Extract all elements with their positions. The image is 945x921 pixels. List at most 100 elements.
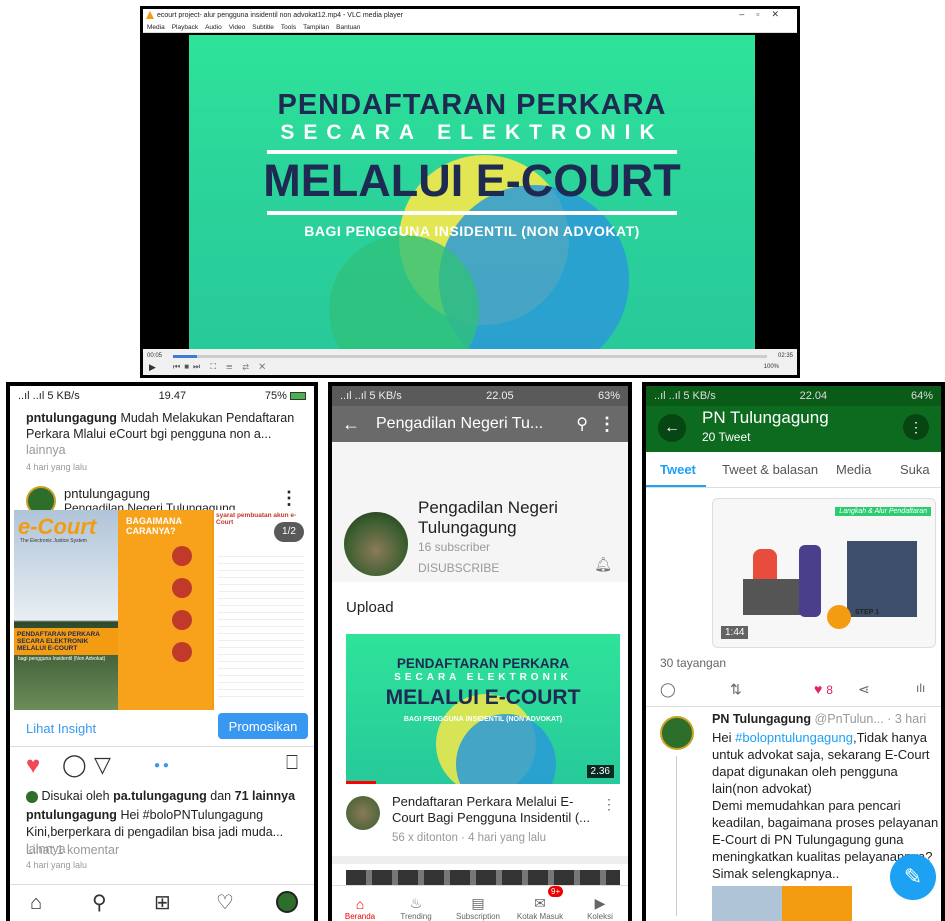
house-icon	[827, 605, 851, 629]
reply-icon[interactable]: ◯	[660, 681, 676, 698]
prev-post-caption: pntulungagung Mudah Melakukan Pendaftara…	[26, 411, 295, 457]
play-icon[interactable]: ▶	[149, 362, 156, 373]
seek-bar[interactable]	[173, 355, 767, 358]
post-username[interactable]: pntulungagung	[64, 486, 150, 501]
profile-name: PN Tulungagung	[702, 408, 829, 427]
thumb-line4: BAGI PENGGUNA INSIDENTIL (NON ADVOKAT)	[403, 716, 563, 723]
activity-heart-icon[interactable]: ♡	[216, 890, 234, 915]
tab-home[interactable]: ⌂ Beranda	[332, 896, 388, 921]
media-banner: Langkah & Alur Pendaftaran	[835, 507, 931, 516]
tab-trending[interactable]: ♨ Trending	[388, 895, 444, 921]
view-count: 30 tayangan	[660, 656, 727, 670]
home-icon[interactable]: ⌂	[30, 892, 42, 915]
ecourt-logo: e-Court	[18, 514, 97, 539]
tweet-avatar[interactable]	[660, 716, 694, 750]
image-left-sub: bagi pengguna Insidentil (Non Advokat)	[18, 656, 106, 662]
analytics-icon[interactable]: ılı	[916, 681, 925, 695]
tab-inbox[interactable]: ✉ Kotak Masuk	[512, 895, 568, 921]
menu-audio[interactable]: Audio	[205, 24, 222, 31]
video-thumbnail[interactable]: PENDAFTARAN PERKARA SECARA ELEKTRONIK ME…	[346, 634, 620, 784]
tab-tweets[interactable]: Tweet	[660, 462, 696, 477]
tweet-count: 20 Tweet	[702, 430, 751, 444]
like-heart-icon[interactable]: ♥	[26, 752, 40, 780]
video-title[interactable]: Pendaftaran Perkara Melalui E-Court Bagi…	[392, 794, 592, 826]
watched-progress	[346, 781, 376, 784]
share-icon[interactable]: ⋖	[858, 681, 870, 698]
avatar-small	[26, 790, 38, 803]
like-heart-icon[interactable]: ♥ 8	[814, 681, 833, 697]
menu-help[interactable]: Bantuan	[336, 24, 360, 31]
share-icon[interactable]: ▽	[94, 752, 111, 778]
bookmark-icon[interactable]: ⎕	[286, 752, 298, 775]
volume-level[interactable]: 100%	[764, 364, 779, 370]
retweet-icon[interactable]: ⇅	[730, 681, 742, 698]
tab-likes[interactable]: Suka	[900, 462, 930, 477]
header-title: Pengadilan Negeri Tu...	[376, 415, 544, 432]
tab-media[interactable]: Media	[836, 462, 871, 477]
comment-icon[interactable]: ◯	[62, 752, 87, 778]
preview-left	[712, 886, 782, 921]
image-middle-panel	[118, 510, 212, 710]
menu-view[interactable]: Tampilan	[303, 24, 329, 31]
thumb-line1: PENDAFTARAN PERKARA	[396, 656, 570, 671]
house-icon	[172, 546, 192, 566]
tab-replies[interactable]: Tweet & balasan	[722, 462, 818, 477]
divider	[646, 706, 941, 707]
more-options-icon[interactable]: ⋮	[598, 414, 616, 435]
time-elapsed: 00:05	[147, 353, 163, 359]
add-post-icon[interactable]: ⊞	[154, 890, 171, 915]
menu-tools[interactable]: Tools	[281, 24, 296, 31]
video-more-icon[interactable]: ⋮	[602, 796, 616, 813]
tweet-image-preview[interactable]	[712, 886, 922, 921]
view-insight-link[interactable]: Lihat Insight	[26, 721, 96, 736]
signal-icon: ..ıl ..ıl 5 KB/s	[654, 390, 716, 402]
video-meta: 56 x ditonton · 4 hari yang lalu	[392, 832, 547, 844]
window-controls[interactable]: –▫✕	[739, 9, 791, 20]
notification-bell-icon[interactable]: 🔔︎	[594, 556, 612, 573]
more-options-icon[interactable]: ⋮	[903, 414, 929, 440]
requirements-list	[218, 550, 304, 700]
inbox-badge: 9+	[548, 886, 564, 897]
back-arrow-icon[interactable]: ←	[342, 414, 360, 435]
tweet-media[interactable]: Langkah & Alur Pendaftaran STEP 1 1:44	[712, 498, 936, 648]
vlc-titlebar: ecourt project- alur pengguna insidentil…	[143, 9, 797, 22]
back-arrow-icon[interactable]: ←	[658, 414, 686, 442]
video-line1: PENDAFTARAN PERKARA	[277, 89, 667, 121]
seek-progress	[173, 355, 197, 358]
playback-buttons[interactable]: ⏮■⏭ ⛶ ☰ ⇄ ✕	[173, 362, 269, 372]
more-options-icon[interactable]: ⋮	[280, 488, 298, 509]
subscribe-button[interactable]: DISUBSCRIBE	[418, 561, 499, 575]
promote-button[interactable]: Promosikan	[218, 713, 308, 739]
status-bar: ..ıl ..ıl 5 KB/s 22.04 64%	[646, 386, 941, 406]
channel-avatar-small[interactable]	[346, 796, 380, 830]
video-frame[interactable]: PENDAFTARAN PERKARA SECARA ELEKTRONIK ME…	[189, 35, 755, 357]
thumb-line3: MELALUI E-COURT	[385, 686, 581, 709]
vlc-window-title: ecourt project- alur pengguna insidentil…	[157, 12, 403, 19]
time-total: 02:35	[777, 353, 793, 359]
carousel-counter: 1/2	[274, 522, 304, 542]
profile-avatar[interactable]	[276, 891, 298, 913]
vlc-window: ecourt project- alur pengguna insidentil…	[140, 6, 800, 378]
menu-video[interactable]: Video	[229, 24, 246, 31]
view-comments[interactable]: Lihat 1 komentar	[26, 843, 119, 857]
vlc-cone-icon	[146, 11, 154, 19]
clock: 22.05	[486, 390, 514, 402]
search-icon[interactable]: ⚲	[576, 414, 588, 434]
video-line2: SECARA ELEKTRONIK	[280, 121, 664, 144]
liked-by[interactable]: Disukai oleh pa.tulungagung dan 71 lainn…	[26, 789, 295, 803]
post-image[interactable]: e-Court The Electronic Justice System PE…	[14, 510, 310, 710]
yt-header: ← Pengadilan Negeri Tu... ⚲ ⋮	[332, 406, 628, 442]
tab-subscriptions[interactable]: ▤ Subscription	[450, 895, 506, 921]
search-icon[interactable]: ⚲	[92, 890, 107, 915]
compose-tweet-button[interactable]: ✎	[890, 854, 936, 900]
menu-media[interactable]: Media	[147, 24, 165, 31]
prev-post-time: 4 hari yang lalu	[26, 462, 88, 472]
video-line3: MELALUI E-COURT	[263, 155, 681, 206]
menu-playback[interactable]: Playback	[172, 24, 198, 31]
menu-subtitle[interactable]: Subtitle	[252, 24, 274, 31]
signal-icon: ..ıl ..ıl 5 KB/s	[18, 390, 80, 402]
battery: 75%	[265, 390, 306, 402]
tab-library[interactable]: ▶ Koleksi	[572, 895, 628, 921]
desk	[743, 579, 803, 615]
tw-header: ← PN Tulungagung 20 Tweet ⋮	[646, 406, 941, 452]
